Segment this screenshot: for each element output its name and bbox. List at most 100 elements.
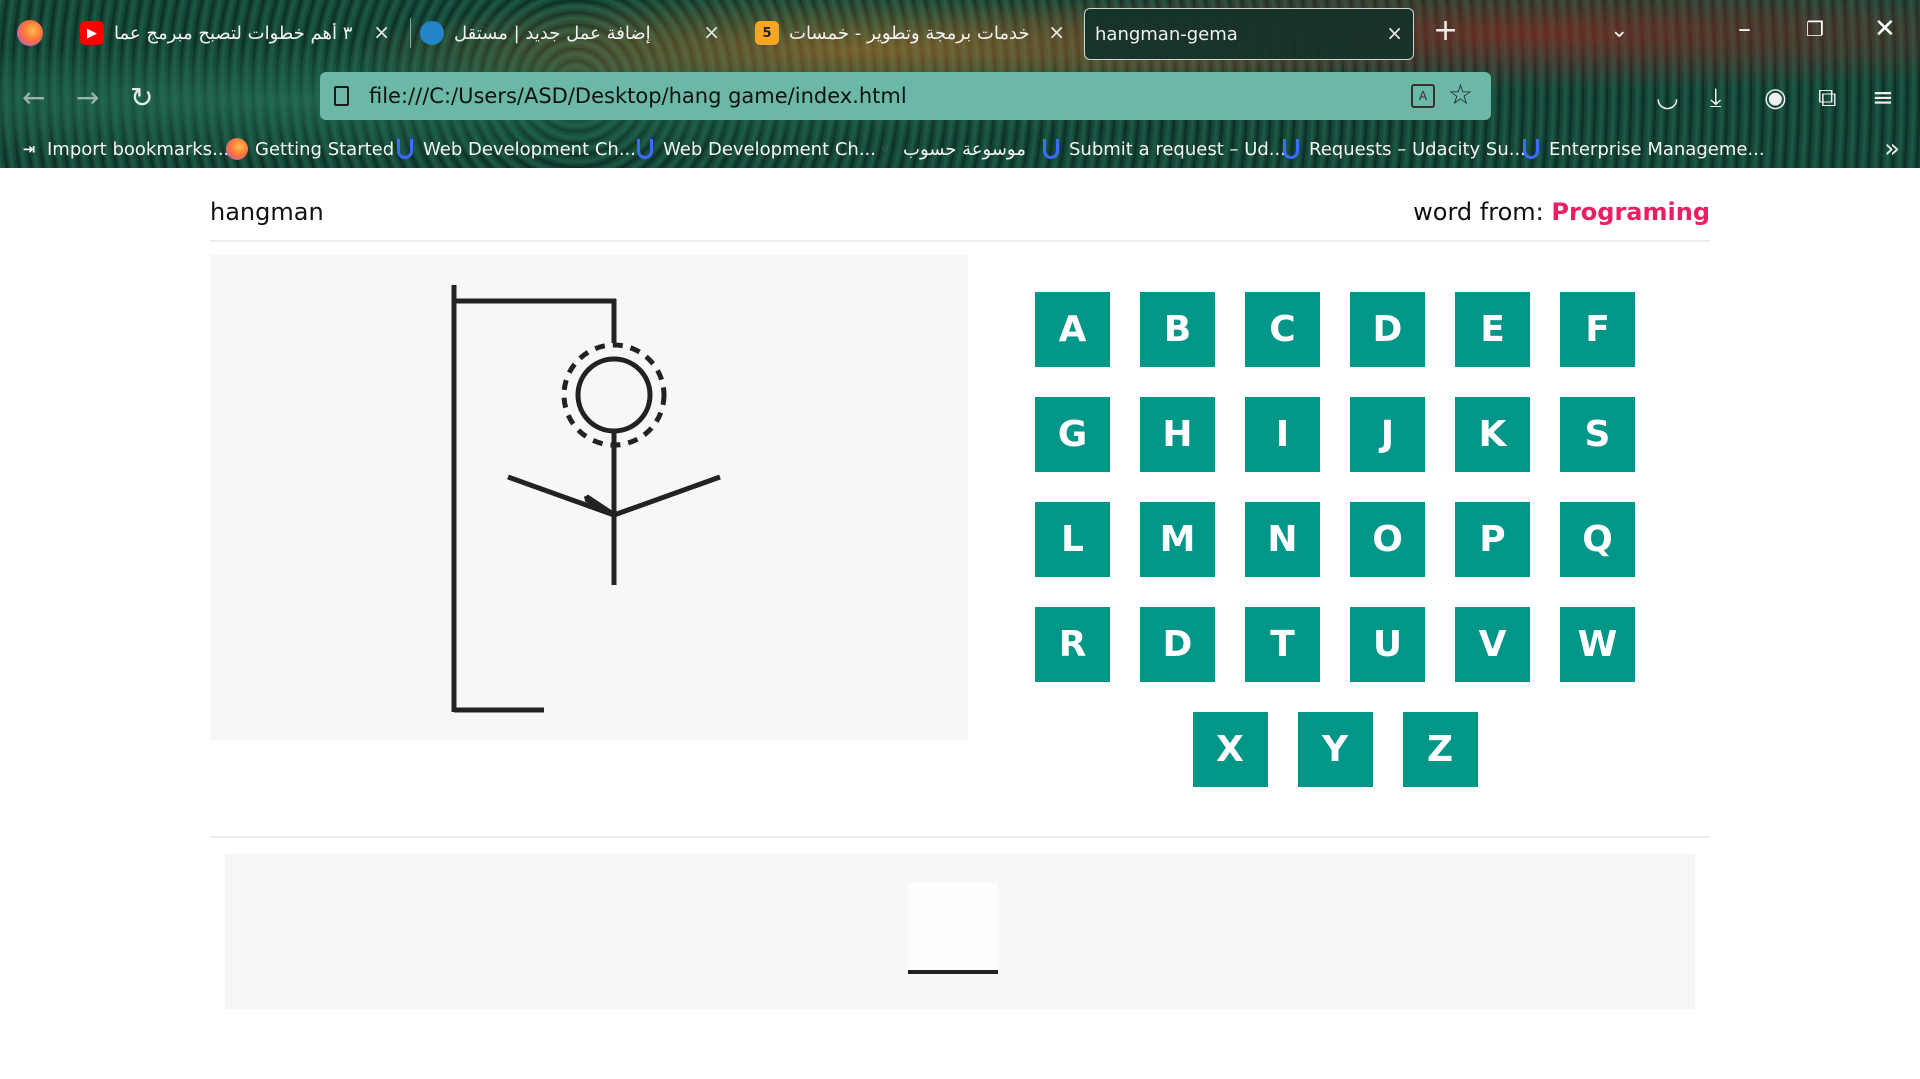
url-text[interactable]: file:///C:/Users/ASD/Desktop/hang game/i…	[369, 84, 907, 108]
bookmark-web-dev-1[interactable]: Web Development Ch...	[394, 134, 636, 164]
tab-separator	[410, 18, 411, 48]
letter-button[interactable]: D	[1350, 292, 1425, 367]
word-from: word from: Programing	[1413, 198, 1710, 226]
letter-button[interactable]: X	[1192, 712, 1268, 787]
udacity-icon	[1040, 138, 1062, 160]
letter-button[interactable]: G	[1035, 397, 1110, 472]
download-icon[interactable]: ⤓	[1710, 82, 1722, 114]
pocket-icon[interactable]: ◡	[1656, 82, 1679, 114]
letter-button[interactable]: D	[1140, 607, 1215, 682]
tab-title: خدمات برمجة وتطوير - خمسات	[789, 22, 1029, 44]
letter-button[interactable]: O	[1350, 502, 1425, 577]
letter-button[interactable]: U	[1350, 607, 1425, 682]
tab-title: hangman-gema	[1095, 23, 1238, 45]
tab-hangman[interactable]: hangman-gema ×	[1084, 8, 1414, 60]
close-icon[interactable]: ×	[703, 20, 720, 44]
bookmark-enterprise[interactable]: Enterprise Manageme...	[1520, 134, 1765, 164]
account-icon[interactable]: ◉	[1764, 82, 1787, 114]
bookmark-import[interactable]: ⇥ Import bookmarks...	[18, 134, 230, 164]
tab-mostaql[interactable]: إضافة عمل جديد | مستقل ×	[420, 8, 730, 58]
tab-khamsat[interactable]: 5 خدمات برمجة وتطوير - خمسات ×	[755, 8, 1075, 58]
bookmark-label: Requests – Udacity Su...	[1309, 138, 1526, 160]
close-icon[interactable]: ×	[1048, 20, 1065, 44]
bookmark-getting-started[interactable]: Getting Started	[226, 134, 394, 164]
letter-button[interactable]: C	[1245, 292, 1320, 367]
page-content: hangman word from: Programing A B C D E …	[0, 168, 1920, 1079]
letter-button[interactable]: J	[1350, 397, 1425, 472]
tab-bar: ▶ ٣ أهم خطوات لتصبح مبرمج عما × إضافة عم…	[0, 0, 1920, 66]
forward-icon[interactable]: →	[76, 82, 99, 114]
tab-title: إضافة عمل جديد | مستقل	[454, 22, 651, 44]
bookmark-label: موسوعة حسوب	[903, 138, 1026, 160]
bookmark-label: Submit a request – Ud...	[1069, 138, 1286, 160]
hangman-arm-left-main	[507, 474, 615, 518]
letter-button[interactable]: N	[1245, 502, 1320, 577]
chevron-double-right-icon[interactable]: »	[1884, 134, 1900, 164]
hangman-head	[575, 356, 653, 434]
url-bar[interactable]: file:///C:/Users/ASD/Desktop/hang game/i…	[320, 72, 1491, 120]
firefox-icon	[226, 138, 248, 160]
mostaql-icon	[420, 21, 444, 45]
letter-button[interactable]: B	[1140, 292, 1215, 367]
category-name: Programing	[1551, 198, 1710, 226]
bookmarks-bar: ⇥ Import bookmarks... Getting Started We…	[0, 130, 1920, 168]
letter-button[interactable]: P	[1455, 502, 1530, 577]
bookmark-label: Web Development Ch...	[663, 138, 877, 160]
star-icon[interactable]: ☆	[1448, 78, 1473, 111]
nav-bar: ← → ↻ file:///C:/Users/ASD/Desktop/hang …	[0, 66, 1920, 130]
back-icon[interactable]: ←	[22, 82, 45, 114]
close-window-icon[interactable]: ✕	[1874, 14, 1896, 44]
udacity-icon	[1520, 138, 1542, 160]
letter-button[interactable]: W	[1560, 607, 1635, 682]
bookmark-label: Web Development Ch...	[423, 138, 637, 160]
bookmark-label: Enterprise Manageme...	[1549, 138, 1765, 160]
word-from-label: word from:	[1413, 198, 1544, 226]
letter-button[interactable]: Q	[1560, 502, 1635, 577]
letter-button[interactable]: T	[1245, 607, 1320, 682]
khamsat-badge: 5	[762, 25, 772, 41]
letter-button[interactable]: V	[1455, 607, 1530, 682]
restore-icon[interactable]: ❐	[1806, 14, 1824, 44]
letter-button[interactable]: H	[1140, 397, 1215, 472]
letter-button[interactable]: K	[1455, 397, 1530, 472]
new-tab-icon[interactable]: +	[1433, 16, 1458, 46]
bookmark-hsoub[interactable]: ◦ موسوعة حسوب	[874, 134, 1026, 164]
udacity-icon	[1280, 138, 1302, 160]
bookmark-requests[interactable]: Requests – Udacity Su...	[1280, 134, 1526, 164]
letter-button[interactable]: Z	[1402, 712, 1478, 787]
letter-button[interactable]: R	[1035, 607, 1110, 682]
game-header: hangman word from: Programing	[210, 198, 1710, 242]
hangman-drawing	[451, 285, 721, 713]
firefox-icon[interactable]	[17, 20, 43, 46]
letter-buttons: ABCDEFGHIJKSLMNOPQRDTUVWXYZ	[1019, 292, 1651, 787]
import-icon: ⇥	[22, 140, 36, 158]
letter-button[interactable]: L	[1035, 502, 1110, 577]
close-icon[interactable]: ×	[1386, 21, 1403, 45]
menu-icon[interactable]: ≡	[1872, 82, 1894, 114]
hangman-arm-right	[613, 474, 721, 518]
letter-button[interactable]: S	[1560, 397, 1635, 472]
bookmark-submit-request[interactable]: Submit a request – Ud...	[1040, 134, 1286, 164]
extensions-icon[interactable]: ⧉	[1818, 82, 1837, 114]
bookmark-label: Getting Started	[255, 138, 395, 160]
udacity-icon	[394, 138, 416, 160]
letter-button[interactable]: E	[1455, 292, 1530, 367]
hsoub-icon: ◦	[880, 140, 890, 158]
bookmark-web-dev-2[interactable]: Web Development Ch...	[634, 134, 876, 164]
tab-title: ٣ أهم خطوات لتصبح مبرمج عما	[114, 22, 353, 44]
tab-youtube[interactable]: ▶ ٣ أهم خطوات لتصبح مبرمج عما ×	[80, 8, 400, 58]
guess-letter-slot	[908, 883, 998, 974]
letter-button[interactable]: Y	[1297, 712, 1373, 787]
letter-button[interactable]: M	[1140, 502, 1215, 577]
chevron-down-icon[interactable]: ⌄	[1610, 18, 1628, 43]
translate-icon[interactable]: A	[1411, 84, 1435, 108]
letter-button[interactable]: A	[1035, 292, 1110, 367]
page-icon	[334, 86, 349, 106]
letter-button[interactable]: I	[1245, 397, 1320, 472]
hangman-drawing-area	[210, 255, 968, 740]
reload-icon[interactable]: ↻	[130, 82, 153, 114]
minimize-icon[interactable]: –	[1738, 14, 1751, 44]
close-icon[interactable]: ×	[373, 20, 390, 44]
khamsat-icon: 5	[755, 21, 779, 45]
letter-button[interactable]: F	[1560, 292, 1635, 367]
